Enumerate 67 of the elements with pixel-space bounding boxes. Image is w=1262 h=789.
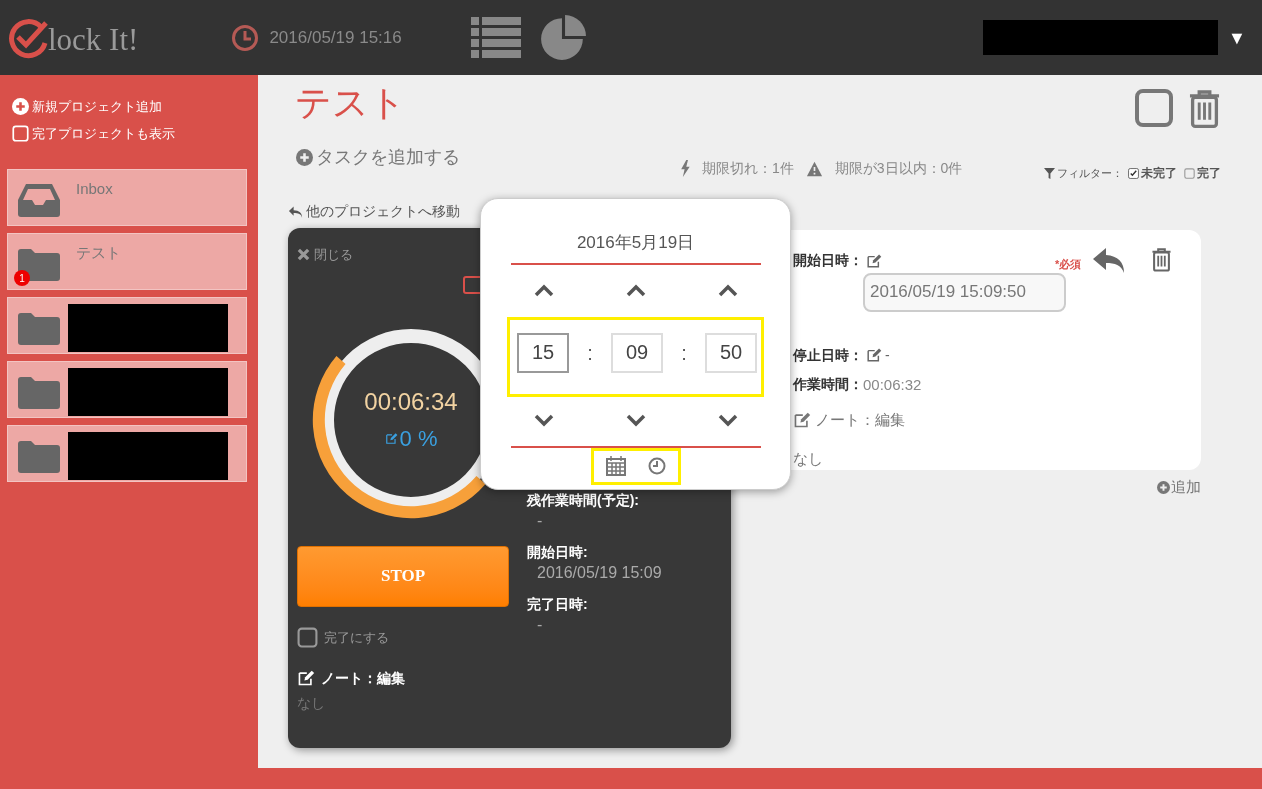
show-completed-label: 完了プロジェクトも表示	[32, 124, 175, 143]
add-project-link[interactable]: 新規プロジェクト追加	[32, 96, 162, 117]
note-edit-link[interactable]: ノート：編集	[321, 667, 405, 689]
logo-text: lock It!	[48, 23, 139, 55]
current-time: 2016/05/19 15:16	[269, 26, 402, 49]
project-item[interactable]: テスト 1	[7, 233, 247, 290]
filter-icon	[1044, 167, 1055, 179]
detail-label: 完了日時:	[527, 595, 589, 614]
move-project-link[interactable]: 他のプロジェクトへ移動	[306, 201, 460, 222]
required-note: *必須	[1055, 257, 1082, 272]
filter-option[interactable]: 完了	[1197, 164, 1221, 182]
dropdown-caret[interactable]: ▼	[1228, 25, 1246, 52]
alert-text: 期限切れ：1件	[702, 159, 794, 178]
project-item[interactable]	[7, 425, 247, 482]
note-text: なし	[297, 693, 326, 713]
time-field[interactable]: 09	[611, 332, 663, 373]
list-icon[interactable]	[470, 17, 521, 58]
field-label: 停止日時：	[793, 345, 863, 365]
warning-icon	[805, 160, 823, 177]
detail-label: 残作業時間(予定):	[527, 491, 640, 510]
checkbox[interactable]	[1184, 167, 1195, 179]
alert-text: 期限が3日以内：0件	[834, 159, 963, 178]
project-item[interactable]	[7, 297, 247, 354]
count-badge: 1	[14, 270, 30, 286]
plus-icon	[12, 98, 29, 115]
clock-icon[interactable]	[647, 457, 666, 475]
field-value: -	[885, 345, 890, 365]
checkbox[interactable]	[297, 626, 318, 648]
filter-option[interactable]: 未完了	[1141, 164, 1177, 182]
time-separator: :	[680, 340, 688, 366]
note-text: なし	[793, 448, 824, 469]
project-name: テスト	[76, 243, 121, 263]
project-item[interactable]	[7, 361, 247, 418]
detail-value: -	[537, 511, 544, 531]
add-task-link[interactable]: タスクを追加する	[316, 144, 460, 171]
elapsed-time: 00:06:34	[364, 387, 458, 417]
clock-icon	[231, 23, 260, 52]
picker-date[interactable]: 2016年5月19日	[576, 230, 695, 256]
time-field[interactable]: 15	[517, 332, 569, 373]
add-link[interactable]: 追加	[1171, 476, 1201, 499]
detail-label: 開始日時:	[527, 543, 589, 562]
calendar-icon[interactable]	[605, 456, 626, 476]
complete-label[interactable]: 完了にする	[324, 628, 389, 648]
plus-icon	[296, 149, 313, 166]
field-value: 00:06:32	[863, 374, 922, 395]
time-separator: :	[586, 340, 594, 366]
pie-chart-icon[interactable]	[538, 13, 587, 62]
plus-icon	[1157, 480, 1170, 494]
field-label: 作業時間：	[793, 375, 863, 395]
checkbox[interactable]	[1134, 88, 1174, 128]
trash-icon[interactable]	[1150, 246, 1173, 273]
date-time-field[interactable]: 2016/05/19 15:09:50	[863, 273, 1066, 312]
logo-checkmark-icon	[8, 16, 50, 59]
project-name: Inbox	[76, 179, 113, 199]
close-link[interactable]: 閉じる	[314, 245, 353, 265]
reply-arrow-icon	[288, 204, 303, 219]
filter-label: フィルター：	[1057, 165, 1123, 181]
lightning-icon	[680, 160, 690, 177]
detail-value: -	[537, 615, 544, 635]
progress-percent: 0 %	[399, 425, 438, 453]
project-title: テスト	[295, 85, 406, 121]
time-field[interactable]: 50	[705, 332, 757, 373]
note-edit-link[interactable]: ノート：編集	[815, 409, 905, 432]
field-label: 開始日時：	[793, 251, 863, 270]
detail-value: 2016/05/19 15:09	[537, 563, 662, 583]
checkbox[interactable]	[1128, 167, 1139, 179]
close-icon[interactable]	[297, 248, 310, 262]
